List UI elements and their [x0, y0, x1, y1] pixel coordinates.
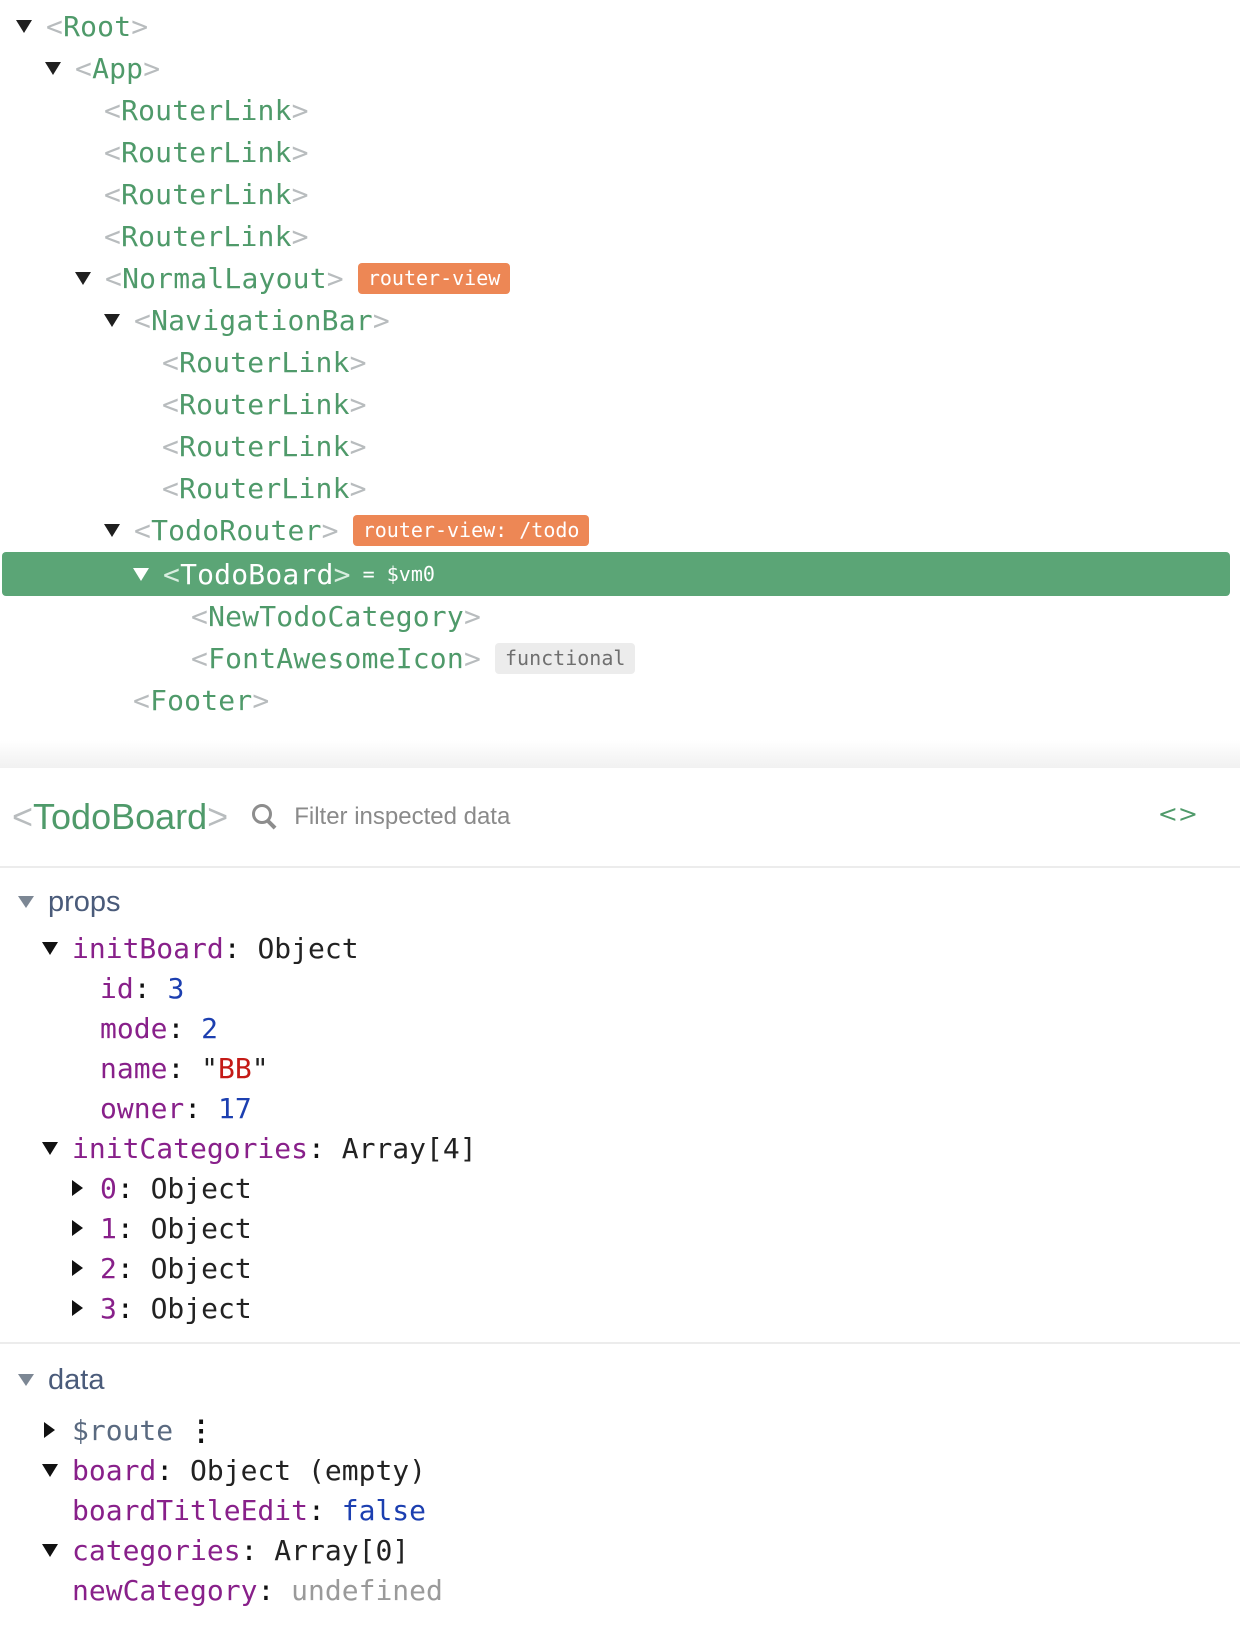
tree-row-routerlink[interactable]: <RouterLink>	[0, 130, 1240, 174]
tree-row-newtodocategory[interactable]: <NewTodoCategory>	[0, 594, 1240, 638]
data-board[interactable]: board: Object (empty)	[42, 1450, 426, 1490]
collapsed-arrow-icon[interactable]	[44, 1422, 55, 1438]
code-icon[interactable]: <>	[1158, 800, 1198, 828]
data-categories[interactable]: categories: Array[0]	[42, 1530, 409, 1570]
component-name: RouterLink	[179, 345, 350, 379]
collapse-arrow-icon[interactable]	[18, 1374, 34, 1386]
data-newcategory: newCategory: undefined	[72, 1573, 443, 1607]
component-name: NewTodoCategory	[208, 599, 464, 633]
tree-row-fontawesomeicon[interactable]: <FontAwesomeIcon> functional	[0, 636, 1240, 680]
collapse-arrow-icon[interactable]	[18, 896, 34, 908]
section-label: props	[48, 885, 121, 918]
inspector-header: <TodoBoard> <>	[0, 768, 1240, 868]
component-name: TodoRouter	[151, 513, 322, 547]
expand-arrow-icon[interactable]	[104, 523, 120, 537]
component-name: Footer	[150, 683, 253, 717]
component-name: Root	[63, 9, 132, 43]
expand-arrow-icon[interactable]	[104, 313, 120, 327]
router-view-badge: router-view	[357, 262, 511, 294]
tree-row-footer[interactable]: <Footer>	[0, 678, 1240, 722]
tree-row-routerlink[interactable]: <RouterLink>	[0, 214, 1240, 258]
prop-initboard[interactable]: initBoard: Object	[42, 928, 359, 968]
expand-arrow-icon[interactable]	[42, 1141, 58, 1155]
prop-field: mode: 2	[100, 1011, 219, 1045]
tree-row-routerlink[interactable]: <RouterLink>	[0, 466, 1240, 510]
data-route[interactable]: $route ⋮	[42, 1410, 215, 1450]
collapsed-arrow-icon[interactable]	[72, 1180, 83, 1196]
expand-arrow-icon[interactable]	[75, 271, 91, 285]
data-section-header[interactable]: data	[0, 1358, 1240, 1402]
search-icon	[250, 802, 280, 832]
component-name: RouterLink	[179, 471, 350, 505]
props-section-header[interactable]: props	[0, 880, 1240, 924]
expand-arrow-icon[interactable]	[42, 1463, 58, 1477]
prop-field: name: " BB "	[100, 1051, 269, 1085]
component-tree: <Root> <App> <RouterLink> <RouterLink> <…	[0, 0, 1240, 768]
router-view-badge: router-view: /todo	[352, 514, 590, 546]
tree-row-todorouter[interactable]: <TodoRouter> router-view: /todo	[0, 508, 1240, 552]
more-options-icon[interactable]: ⋮	[187, 1414, 215, 1447]
expand-arrow-icon[interactable]	[45, 61, 61, 75]
component-name: RouterLink	[179, 429, 350, 463]
collapsed-arrow-icon[interactable]	[72, 1260, 83, 1276]
component-name: RouterLink	[179, 387, 350, 421]
array-item[interactable]: 3: Object	[70, 1288, 252, 1328]
tree-row-normallayout[interactable]: <NormalLayout> router-view	[0, 256, 1240, 300]
tree-row-navigationbar[interactable]: <NavigationBar>	[0, 298, 1240, 342]
array-item[interactable]: 0: Object	[70, 1168, 252, 1208]
collapsed-arrow-icon[interactable]	[72, 1220, 83, 1236]
data-boardtitleedit: boardTitleEdit: false	[72, 1493, 427, 1527]
vm-reference: = $vm0	[362, 562, 435, 586]
component-name: RouterLink	[121, 219, 292, 253]
component-name: RouterLink	[121, 93, 292, 127]
expand-arrow-icon[interactable]	[133, 567, 149, 581]
expand-arrow-icon[interactable]	[42, 941, 58, 955]
panel-divider-shadow	[0, 740, 1240, 768]
component-name: TodoBoard	[180, 557, 334, 591]
filter-input[interactable]	[292, 802, 997, 832]
component-name: RouterLink	[121, 177, 292, 211]
component-name: FontAwesomeIcon	[208, 641, 464, 675]
array-item[interactable]: 1: Object	[70, 1208, 252, 1248]
expand-arrow-icon[interactable]	[16, 19, 32, 33]
tree-row-routerlink[interactable]: <RouterLink>	[0, 172, 1240, 216]
inspected-component-title: <TodoBoard>	[12, 796, 229, 837]
section-label: data	[48, 1363, 105, 1396]
tree-row-root[interactable]: <Root>	[0, 4, 1240, 48]
functional-badge: functional	[495, 642, 636, 674]
tree-row-app[interactable]: <App>	[0, 46, 1240, 90]
tree-row-routerlink[interactable]: <RouterLink>	[0, 88, 1240, 132]
expand-arrow-icon[interactable]	[42, 1543, 58, 1557]
inspector-panel: <TodoBoard> <> props initBoard: Object i…	[0, 768, 1240, 1638]
component-name: App	[92, 51, 144, 85]
component-name: RouterLink	[121, 135, 292, 169]
tree-row-routerlink[interactable]: <RouterLink>	[0, 382, 1240, 426]
tree-row-routerlink[interactable]: <RouterLink>	[0, 340, 1240, 384]
component-name: NormalLayout	[122, 261, 327, 295]
tree-row-todoboard-selected[interactable]: <TodoBoard> = $vm0	[0, 552, 1240, 596]
prop-initcategories[interactable]: initCategories: Array[4]	[42, 1128, 477, 1168]
collapsed-arrow-icon[interactable]	[72, 1300, 83, 1316]
component-name: NavigationBar	[151, 303, 373, 337]
prop-field: id: 3	[100, 971, 185, 1005]
array-item[interactable]: 2: Object	[70, 1248, 252, 1288]
tree-row-routerlink[interactable]: <RouterLink>	[0, 424, 1240, 468]
section-divider	[0, 1342, 1240, 1344]
prop-field: owner: 17	[100, 1091, 252, 1125]
